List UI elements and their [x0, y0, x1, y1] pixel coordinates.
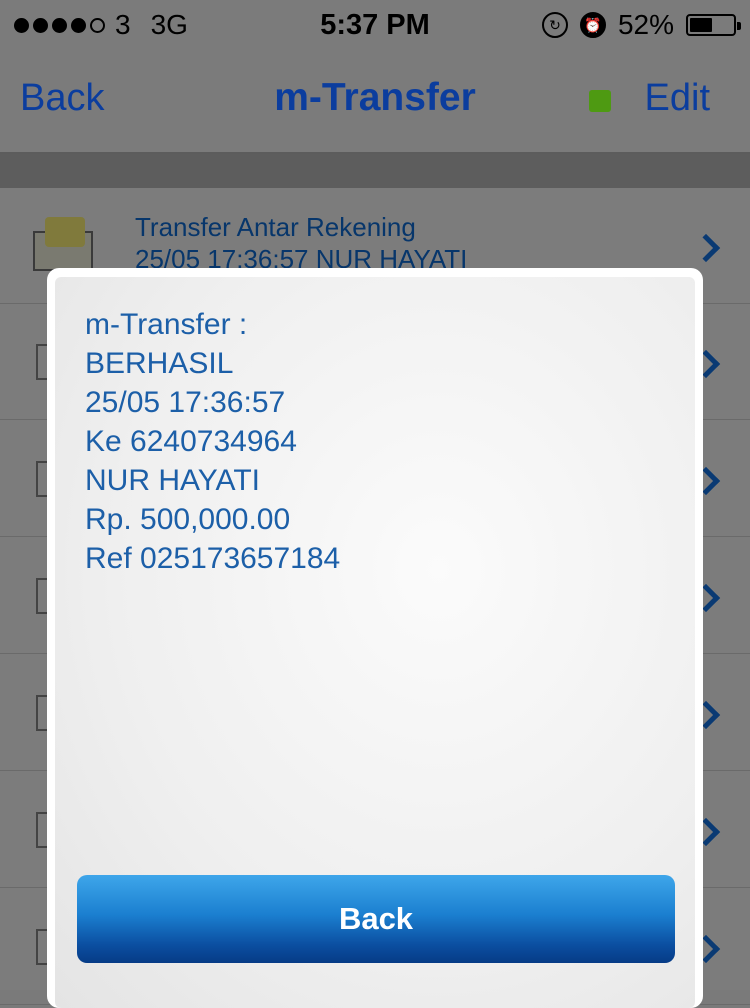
battery-icon	[686, 14, 741, 36]
navigation-bar: Back m-Transfer Edit	[0, 50, 750, 154]
rotation-lock-icon: ↻	[541, 12, 568, 38]
battery-percent: 52%	[617, 9, 674, 40]
chevron-right-icon	[691, 233, 721, 263]
status-bar: 3 3G 5:37 PM ↻ ⏰ 52%	[0, 0, 750, 50]
status-icons: ↻ ⏰ 52%	[541, 9, 741, 41]
transfer-result-dialog: m-Transfer : BERHASIL 25/05 17:36:57 Ke …	[47, 268, 703, 1008]
message-line: NUR HAYATI	[85, 464, 261, 497]
dialog-message: m-Transfer : BERHASIL 25/05 17:36:57 Ke …	[85, 305, 340, 578]
message-line: Ref 025173657184	[85, 542, 341, 575]
status-indicator	[589, 90, 611, 112]
edit-button[interactable]: Edit	[645, 77, 710, 120]
page-title: m-Transfer	[274, 76, 476, 119]
message-line: m-Transfer :	[85, 308, 248, 341]
section-divider	[0, 154, 750, 188]
dialog-body: m-Transfer : BERHASIL 25/05 17:36:57 Ke …	[55, 277, 695, 1008]
message-line: BERHASIL	[85, 347, 234, 380]
message-line: Rp. 500,000.00	[85, 503, 291, 536]
message-line: 25/05 17:36:57	[85, 386, 286, 419]
open-envelope-icon	[33, 217, 93, 271]
alarm-icon: ⏰	[579, 12, 606, 38]
message-line: Ke 6240734964	[85, 425, 297, 458]
list-item-title: Transfer Antar Rekening	[135, 212, 416, 242]
dialog-back-button[interactable]: Back	[77, 875, 675, 963]
